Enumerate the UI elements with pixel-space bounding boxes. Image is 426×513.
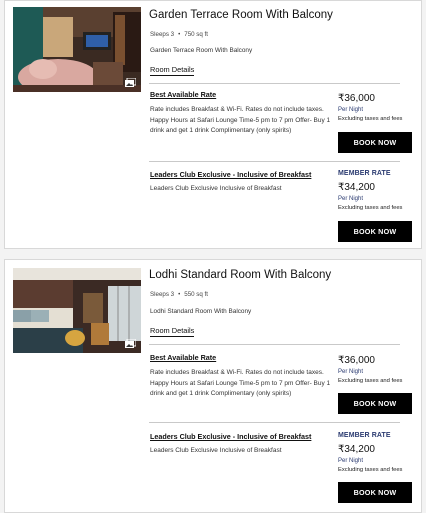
room-title: Garden Terrace Room With Balcony	[149, 9, 333, 21]
sleeps: Sleeps 3	[150, 31, 175, 38]
per-night: Per Night	[338, 107, 364, 113]
rate-price: ₹34,200	[338, 182, 375, 193]
room-description: Lodhi Standard Room With Balcony	[150, 308, 252, 315]
rate-description: Leaders Club Exclusive Inclusive of Brea…	[150, 185, 282, 192]
per-night: Per Night	[338, 458, 364, 464]
room-image[interactable]	[13, 268, 141, 353]
rate-name[interactable]: Best Available Rate	[150, 353, 216, 362]
tax-note: Excluding taxes and fees	[338, 116, 403, 122]
room-description: Garden Terrace Room With Balcony	[150, 47, 253, 54]
rate-description: Rate includes Breakfast & Wi-Fi. Rates d…	[150, 106, 331, 135]
rate-price: ₹36,000	[338, 355, 375, 366]
room-title: Lodhi Standard Room With Balcony	[149, 269, 332, 281]
per-night: Per Night	[338, 196, 364, 202]
room-meta: Sleeps 3 • 750 sq ft	[150, 31, 209, 38]
divider	[149, 344, 400, 345]
room-size: 550 sq ft	[184, 291, 209, 298]
member-rate-badge: MEMBER RATE	[338, 170, 391, 177]
book-now-button[interactable]: BOOK NOW	[338, 221, 412, 242]
room-card: Lodhi Standard Room With Balcony Sleeps …	[4, 259, 422, 513]
book-now-button[interactable]: BOOK NOW	[338, 482, 412, 503]
tax-note: Excluding taxes and fees	[338, 378, 403, 384]
divider	[149, 422, 400, 423]
room-image[interactable]	[13, 7, 141, 92]
room-details-link[interactable]: Room Details	[150, 65, 195, 76]
book-now-button[interactable]: BOOK NOW	[338, 132, 412, 153]
divider	[149, 83, 400, 84]
gallery-icon	[125, 339, 136, 348]
rate-name[interactable]: Leaders Club Exclusive - Inclusive of Br…	[150, 170, 311, 179]
member-rate-badge: MEMBER RATE	[338, 432, 391, 439]
rate-description: Leaders Club Exclusive Inclusive of Brea…	[150, 447, 282, 454]
room-card: Garden Terrace Room With Balcony Sleeps …	[4, 0, 422, 249]
room-size: 750 sq ft	[184, 31, 209, 38]
rate-name[interactable]: Best Available Rate	[150, 90, 216, 99]
book-now-button[interactable]: BOOK NOW	[338, 393, 412, 414]
rate-name[interactable]: Leaders Club Exclusive - Inclusive of Br…	[150, 432, 311, 441]
per-night: Per Night	[338, 369, 364, 375]
rate-price: ₹34,200	[338, 444, 375, 455]
tax-note: Excluding taxes and fees	[338, 467, 403, 473]
gallery-icon	[125, 78, 136, 87]
sleeps: Sleeps 3	[150, 291, 175, 298]
divider	[149, 161, 400, 162]
room-meta: Sleeps 3 • 550 sq ft	[150, 291, 209, 298]
tax-note: Excluding taxes and fees	[338, 205, 403, 211]
rate-price: ₹36,000	[338, 93, 375, 104]
room-details-link[interactable]: Room Details	[150, 326, 195, 337]
rate-description: Rate includes Breakfast & Wi-Fi. Rates d…	[150, 369, 331, 398]
